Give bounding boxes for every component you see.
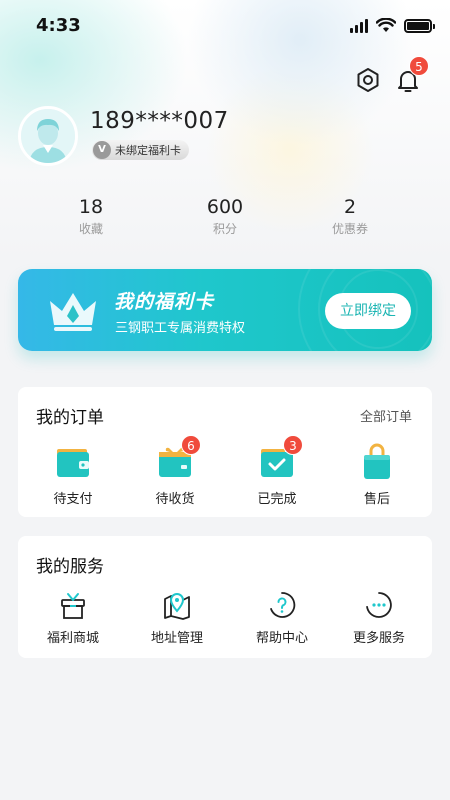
completed-badge: 3 bbox=[283, 435, 303, 455]
stat-points[interactable]: 600 积分 bbox=[175, 196, 275, 237]
service-welfare-mall[interactable]: 福利商城 bbox=[28, 589, 118, 646]
shopping-bag-icon bbox=[357, 443, 397, 483]
order-after-sales[interactable]: 售后 bbox=[332, 443, 422, 507]
welfare-card-title: 我的福利卡 bbox=[114, 291, 215, 313]
avatar[interactable] bbox=[18, 106, 78, 166]
stat-coupons-label: 优惠券 bbox=[331, 222, 368, 236]
order-completed-label: 已完成 bbox=[257, 492, 297, 507]
bind-now-button[interactable]: 立即绑定 bbox=[325, 293, 411, 329]
status-bar: 4:33 bbox=[0, 0, 450, 52]
vip-v-icon: V bbox=[93, 141, 111, 159]
settings-icon bbox=[357, 68, 379, 92]
card-status-badge[interactable]: V 未绑定福利卡 bbox=[92, 140, 189, 160]
stat-favorites-label: 收藏 bbox=[78, 222, 103, 236]
stat-coupons[interactable]: 2 优惠券 bbox=[300, 196, 400, 237]
orders-title: 我的订单 bbox=[36, 408, 104, 428]
services-panel: 我的服务 福利商城 地址管理 帮助中心 更多服务 bbox=[18, 536, 432, 658]
card-status-text: 未绑定福利卡 bbox=[115, 144, 181, 157]
welfare-card-banner[interactable]: 我的福利卡 三钢职工专属消费特权 立即绑定 bbox=[18, 269, 432, 351]
help-icon bbox=[266, 589, 298, 621]
service-address[interactable]: 地址管理 bbox=[132, 589, 222, 646]
all-orders-link[interactable]: 全部订单 bbox=[360, 406, 412, 425]
more-icon bbox=[363, 589, 395, 621]
gift-box-icon: 6 bbox=[155, 435, 201, 483]
wifi-icon bbox=[376, 18, 396, 32]
stat-points-label: 积分 bbox=[212, 222, 237, 236]
order-completed[interactable]: 3 已完成 bbox=[232, 435, 322, 507]
check-box-icon: 3 bbox=[257, 435, 303, 483]
service-address-label: 地址管理 bbox=[150, 631, 203, 646]
service-welfare-mall-label: 福利商城 bbox=[46, 631, 99, 646]
stat-favorites-value: 18 bbox=[78, 196, 104, 218]
order-after-sales-label: 售后 bbox=[363, 492, 390, 507]
battery-icon bbox=[404, 18, 435, 33]
service-more[interactable]: 更多服务 bbox=[334, 589, 424, 646]
map-pin-icon bbox=[161, 589, 193, 621]
status-icons bbox=[350, 18, 435, 33]
welfare-card-subtitle: 三钢职工专属消费特权 bbox=[115, 321, 246, 336]
stat-points-value: 600 bbox=[206, 196, 244, 218]
order-pending-receipt[interactable]: 6 待收货 bbox=[130, 435, 220, 507]
orders-panel: 我的订单 全部订单 待支付 6 待收货 3 已完成 售后 bbox=[18, 387, 432, 517]
user-phone: 189****007 bbox=[90, 108, 229, 134]
service-help-center-label: 帮助中心 bbox=[255, 631, 308, 646]
order-pending-payment[interactable]: 待支付 bbox=[28, 443, 118, 507]
stat-coupons-value: 2 bbox=[343, 196, 357, 218]
notification-badge: 5 bbox=[409, 56, 429, 76]
settings-button[interactable] bbox=[354, 66, 382, 94]
pending-receipt-badge: 6 bbox=[181, 435, 201, 455]
stat-favorites[interactable]: 18 收藏 bbox=[41, 196, 141, 237]
gift-icon bbox=[57, 589, 89, 621]
order-pending-receipt-label: 待收货 bbox=[155, 492, 195, 507]
services-title: 我的服务 bbox=[36, 557, 104, 577]
service-help-center[interactable]: 帮助中心 bbox=[237, 589, 327, 646]
order-pending-payment-label: 待支付 bbox=[53, 492, 93, 507]
user-avatar-icon bbox=[21, 109, 75, 163]
crown-icon bbox=[50, 293, 96, 331]
status-time: 4:33 bbox=[36, 15, 81, 36]
notification-button[interactable]: 5 bbox=[394, 56, 429, 94]
signal-icon bbox=[350, 18, 368, 33]
wallet-icon bbox=[53, 443, 93, 483]
service-more-label: 更多服务 bbox=[352, 631, 405, 646]
